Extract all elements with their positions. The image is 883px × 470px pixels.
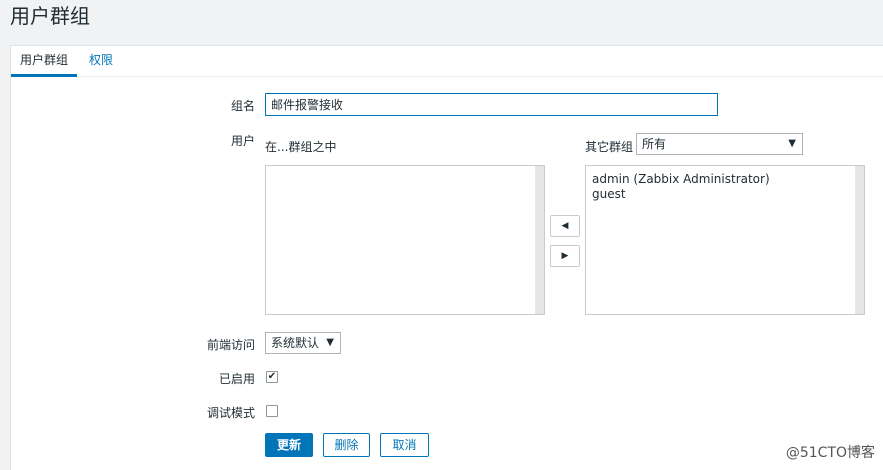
arrow-left-icon: ◀ (561, 221, 569, 231)
group-name-label: 组名 (230, 99, 255, 113)
in-group-scrollbar[interactable] (535, 166, 544, 314)
watermark-text: @51CTO博客 (785, 445, 875, 461)
other-groups-caption: 其它群组 (585, 140, 634, 154)
delete-button[interactable]: 删除 (323, 433, 370, 457)
cancel-button[interactable]: 取消 (380, 433, 429, 457)
debug-mode-checkbox[interactable] (266, 405, 278, 417)
move-right-button[interactable]: ▶ (550, 245, 580, 267)
other-groups-select[interactable]: 所有 ▼ (636, 133, 803, 155)
users-label: 用户 (230, 134, 255, 148)
chevron-down-icon: ▼ (788, 138, 796, 149)
in-group-caption: 在...群组之中 (265, 140, 337, 154)
move-left-button[interactable]: ◀ (550, 215, 580, 237)
tab-permissions[interactable]: 权限 (80, 46, 122, 77)
group-name-input[interactable] (265, 93, 718, 116)
enabled-checkbox[interactable]: ✔ (266, 371, 278, 383)
arrow-right-icon: ▶ (561, 251, 569, 261)
chevron-down-icon: ▼ (326, 337, 334, 348)
form-panel: 用户群组 权限 组名 用户 在...群组之中 其它群组 所有 ▼ ◀ ▶ adm… (10, 45, 883, 470)
other-users-list[interactable]: admin (Zabbix Administrator) guest (585, 165, 865, 315)
frontend-access-label: 前端访问 (206, 338, 255, 352)
in-group-users-list[interactable] (265, 165, 545, 315)
other-users-scrollbar[interactable] (855, 166, 864, 314)
tab-bar: 用户群组 权限 (11, 46, 883, 77)
frontend-access-select[interactable]: 系统默认 ▼ (265, 332, 341, 354)
enabled-label: 已启用 (218, 372, 255, 386)
debug-mode-label: 调试模式 (206, 406, 255, 420)
tab-user-group[interactable]: 用户群组 (11, 46, 78, 77)
list-item[interactable]: guest (586, 187, 864, 202)
update-button[interactable]: 更新 (265, 433, 313, 457)
list-item[interactable]: admin (Zabbix Administrator) (586, 172, 864, 187)
page-title: 用户群组 (10, 4, 90, 28)
frontend-access-value: 系统默认 (271, 336, 320, 350)
other-groups-select-value: 所有 (642, 137, 667, 151)
